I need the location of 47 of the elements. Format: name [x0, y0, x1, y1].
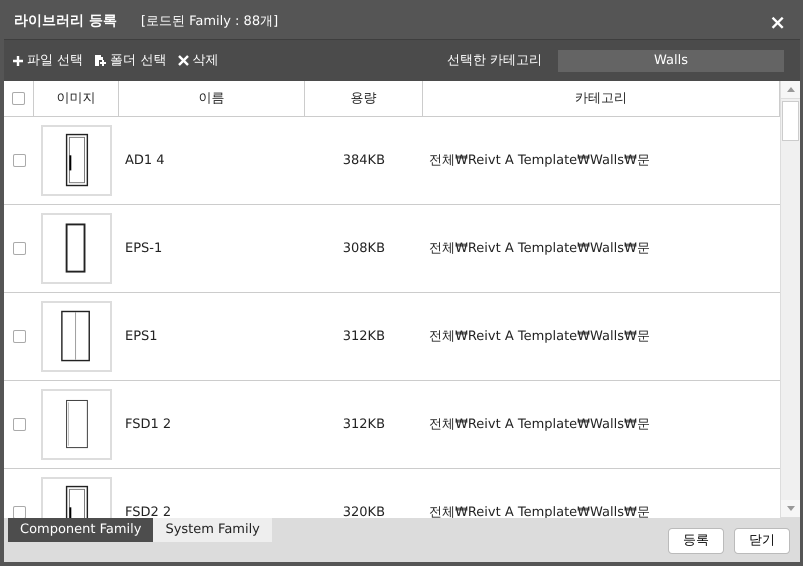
- scroll-down-icon[interactable]: [786, 506, 794, 511]
- row-checkbox[interactable]: [12, 418, 26, 431]
- add-folder-button[interactable]: 폴더 선택: [93, 50, 168, 70]
- family-name: EPS1: [124, 328, 158, 344]
- family-count: [로드된 Family : 88개]: [140, 12, 278, 31]
- plus-icon: [12, 54, 24, 66]
- category-path: 전체₩Reivt A Template₩Walls₩문: [428, 152, 650, 168]
- category-field[interactable]: Walls: [558, 50, 784, 72]
- file-size: 312KB: [342, 328, 386, 346]
- row-checkbox[interactable]: [12, 154, 26, 167]
- add-file-button[interactable]: 파일 선택: [10, 50, 86, 70]
- scroll-up-icon[interactable]: [786, 87, 794, 92]
- door-drawing: [41, 389, 112, 460]
- family-name: FSD2 2: [124, 504, 172, 518]
- category-path: 전체₩Reivt A Template₩Walls₩문: [428, 240, 650, 256]
- scrollbar[interactable]: [780, 81, 800, 518]
- file-size: 308KB: [342, 240, 386, 258]
- dialog-button[interactable]: 등록: [668, 528, 724, 554]
- category-label: 선택한 카테고리: [446, 52, 542, 70]
- column-header: 이미지: [56, 90, 96, 108]
- family-tab[interactable]: Component Family: [8, 518, 154, 542]
- select-all-checkbox[interactable]: [12, 92, 25, 105]
- column-header: 용량: [350, 90, 376, 108]
- row-checkbox[interactable]: [12, 242, 26, 255]
- category-path: 전체₩Reivt A Template₩Walls₩문: [428, 416, 650, 432]
- category-path: 전체₩Reivt A Template₩Walls₩문: [428, 328, 650, 344]
- row-checkbox[interactable]: [12, 330, 26, 343]
- family-name: FSD1 2: [124, 416, 172, 432]
- window-title: 라이브러리 등록: [14, 12, 117, 31]
- file-size: 312KB: [342, 416, 386, 434]
- door-drawing: [41, 125, 112, 196]
- column-header: 카테고리: [575, 90, 627, 108]
- door-drawing: [41, 301, 112, 372]
- file-size: 384KB: [342, 152, 386, 170]
- close-icon: [178, 55, 190, 66]
- family-tab[interactable]: System Family: [153, 518, 272, 542]
- door-drawing: [41, 213, 112, 284]
- close-button[interactable]: ×: [765, 12, 790, 32]
- row-checkbox[interactable]: [12, 506, 26, 518]
- family-name: EPS-1: [124, 240, 162, 256]
- family-name: AD1 4: [124, 152, 165, 168]
- file-add-icon: [95, 55, 108, 66]
- file-size: 320KB: [342, 504, 386, 518]
- scroll-thumb[interactable]: [782, 101, 799, 141]
- delete-button[interactable]: 삭제: [176, 50, 220, 70]
- dialog-button[interactable]: 닫기: [734, 528, 790, 554]
- column-header: 이름: [198, 90, 224, 108]
